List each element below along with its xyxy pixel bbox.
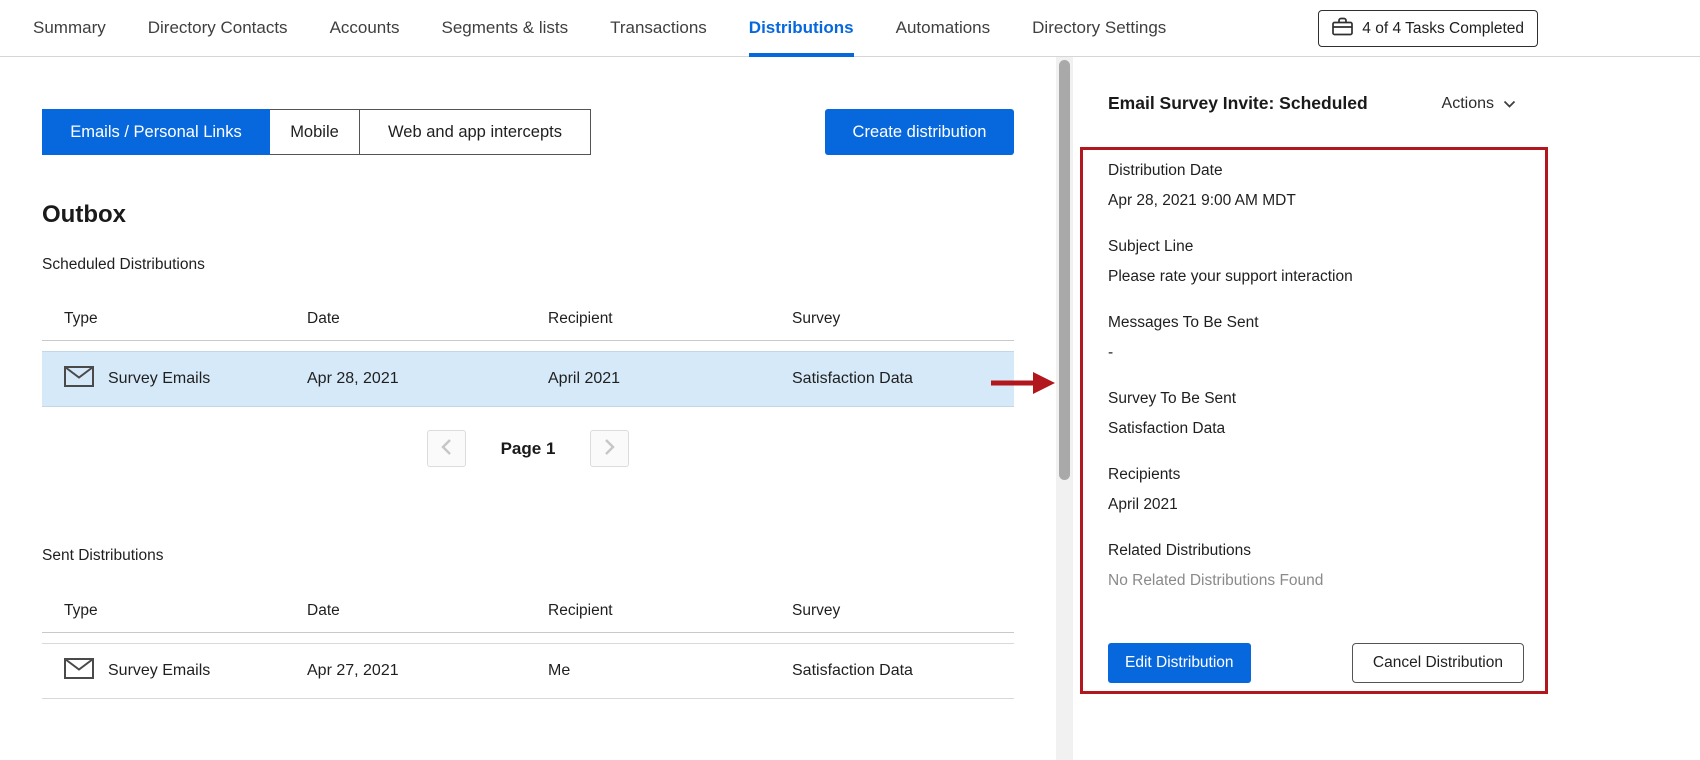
related-distributions-value: No Related Distributions Found bbox=[1108, 566, 1528, 596]
subject-line-label: Subject Line bbox=[1108, 232, 1528, 262]
channel-toolbar: Emails / Personal Links Mobile Web and a… bbox=[42, 109, 1014, 155]
field-distribution-date: Distribution Date Apr 28, 2021 9:00 AM M… bbox=[1108, 156, 1528, 216]
primary-nav: Summary Directory Contacts Accounts Segm… bbox=[0, 0, 1166, 56]
distribution-detail-panel: Email Survey Invite: Scheduled Actions D… bbox=[1073, 57, 1700, 760]
row-date: Apr 27, 2021 bbox=[307, 662, 548, 680]
nav-tab-distributions[interactable]: Distributions bbox=[749, 0, 854, 56]
distribution-date-value: Apr 28, 2021 9:00 AM MDT bbox=[1108, 186, 1528, 216]
column-header-recipient: Recipient bbox=[548, 602, 792, 620]
field-related-distributions: Related Distributions No Related Distrib… bbox=[1108, 536, 1528, 596]
scheduled-distribution-row[interactable]: Survey Emails Apr 28, 2021 April 2021 Sa… bbox=[42, 351, 1014, 407]
row-survey: Satisfaction Data bbox=[792, 662, 1014, 680]
scheduled-table-header: Type Date Recipient Survey bbox=[42, 297, 1014, 341]
column-header-survey: Survey bbox=[792, 602, 1014, 620]
top-navigation-bar: Summary Directory Contacts Accounts Segm… bbox=[0, 0, 1700, 57]
column-header-date: Date bbox=[307, 310, 548, 328]
row-recipient: Me bbox=[548, 662, 792, 680]
nav-tab-summary[interactable]: Summary bbox=[33, 0, 106, 56]
prev-page-button[interactable] bbox=[427, 430, 466, 467]
tab-emails-personal-links[interactable]: Emails / Personal Links bbox=[42, 109, 270, 155]
envelope-icon bbox=[64, 658, 94, 684]
scheduled-distributions-table: Type Date Recipient Survey Survey Emails… bbox=[42, 297, 1014, 407]
pagination: Page 1 bbox=[42, 430, 1014, 467]
column-header-type: Type bbox=[42, 602, 307, 620]
cancel-distribution-button[interactable]: Cancel Distribution bbox=[1352, 643, 1524, 683]
row-type: Survey Emails bbox=[108, 370, 210, 388]
nav-tab-accounts[interactable]: Accounts bbox=[330, 0, 400, 56]
create-distribution-button[interactable]: Create distribution bbox=[825, 109, 1014, 155]
messages-to-be-sent-value: - bbox=[1108, 338, 1528, 368]
vertical-scrollbar[interactable] bbox=[1056, 57, 1073, 760]
edit-distribution-button[interactable]: Edit Distribution bbox=[1108, 643, 1251, 683]
field-survey-to-be-sent: Survey To Be Sent Satisfaction Data bbox=[1108, 384, 1528, 444]
messages-to-be-sent-label: Messages To Be Sent bbox=[1108, 308, 1528, 338]
tab-web-app-intercepts[interactable]: Web and app intercepts bbox=[359, 109, 591, 155]
distribution-date-label: Distribution Date bbox=[1108, 156, 1528, 186]
next-page-button[interactable] bbox=[590, 430, 629, 467]
envelope-icon bbox=[64, 366, 94, 392]
nav-tab-transactions[interactable]: Transactions bbox=[610, 0, 707, 56]
briefcase-icon bbox=[1332, 17, 1353, 41]
tasks-completed-label: 4 of 4 Tasks Completed bbox=[1362, 20, 1524, 38]
actions-dropdown[interactable]: Actions bbox=[1442, 95, 1516, 113]
scheduled-distributions-label: Scheduled Distributions bbox=[42, 256, 205, 274]
sent-distributions-label: Sent Distributions bbox=[42, 547, 163, 565]
page-title: Outbox bbox=[42, 201, 126, 229]
sent-distribution-row[interactable]: Survey Emails Apr 27, 2021 Me Satisfacti… bbox=[42, 643, 1014, 699]
recipients-value: April 2021 bbox=[1108, 490, 1528, 520]
sent-table-header: Type Date Recipient Survey bbox=[42, 589, 1014, 633]
related-distributions-label: Related Distributions bbox=[1108, 536, 1528, 566]
chevron-right-icon bbox=[604, 438, 615, 459]
nav-tab-directory-contacts[interactable]: Directory Contacts bbox=[148, 0, 288, 56]
field-subject-line: Subject Line Please rate your support in… bbox=[1108, 232, 1528, 292]
survey-to-be-sent-value: Satisfaction Data bbox=[1108, 414, 1528, 444]
detail-panel-title: Email Survey Invite: Scheduled bbox=[1108, 93, 1368, 114]
row-date: Apr 28, 2021 bbox=[307, 370, 548, 388]
column-header-survey: Survey bbox=[792, 310, 1014, 328]
survey-to-be-sent-label: Survey To Be Sent bbox=[1108, 384, 1528, 414]
detail-panel-actions: Edit Distribution Cancel Distribution bbox=[1108, 643, 1524, 683]
column-header-type: Type bbox=[42, 310, 307, 328]
tab-mobile[interactable]: Mobile bbox=[269, 109, 360, 155]
row-recipient: April 2021 bbox=[548, 370, 792, 388]
chevron-left-icon bbox=[441, 438, 452, 459]
nav-tab-directory-settings[interactable]: Directory Settings bbox=[1032, 0, 1166, 56]
sent-distributions-table: Type Date Recipient Survey Survey Emails… bbox=[42, 589, 1014, 699]
page-indicator: Page 1 bbox=[501, 439, 556, 459]
detail-fields: Distribution Date Apr 28, 2021 9:00 AM M… bbox=[1108, 156, 1528, 612]
recipients-label: Recipients bbox=[1108, 460, 1528, 490]
nav-tab-automations[interactable]: Automations bbox=[896, 0, 991, 56]
field-messages-to-be-sent: Messages To Be Sent - bbox=[1108, 308, 1528, 368]
tasks-completed-button[interactable]: 4 of 4 Tasks Completed bbox=[1318, 10, 1538, 47]
field-recipients: Recipients April 2021 bbox=[1108, 460, 1528, 520]
app-window: Summary Directory Contacts Accounts Segm… bbox=[0, 0, 1700, 760]
subject-line-value: Please rate your support interaction bbox=[1108, 262, 1528, 292]
distributions-content: Emails / Personal Links Mobile Web and a… bbox=[0, 57, 1056, 760]
actions-label: Actions bbox=[1442, 95, 1494, 113]
column-header-date: Date bbox=[307, 602, 548, 620]
nav-tab-segments-lists[interactable]: Segments & lists bbox=[442, 0, 569, 56]
scrollbar-thumb[interactable] bbox=[1059, 60, 1070, 480]
column-header-recipient: Recipient bbox=[548, 310, 792, 328]
chevron-down-icon bbox=[1503, 95, 1516, 113]
row-type: Survey Emails bbox=[108, 662, 210, 680]
row-survey: Satisfaction Data bbox=[792, 370, 1014, 388]
detail-panel-header: Email Survey Invite: Scheduled Actions bbox=[1108, 93, 1516, 114]
